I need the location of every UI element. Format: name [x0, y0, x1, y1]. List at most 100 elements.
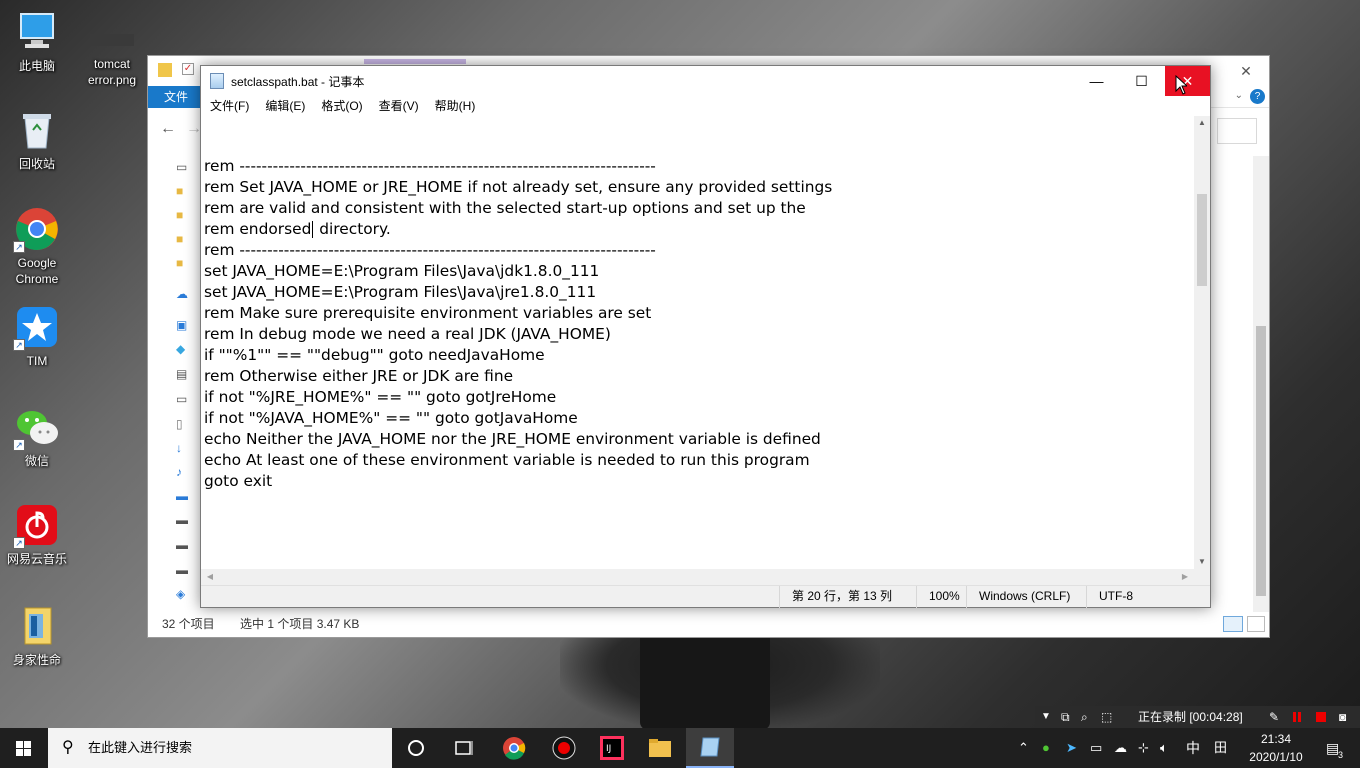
menu-help[interactable]: 帮助(H)	[433, 96, 478, 116]
menu-edit[interactable]: 编辑(E)	[263, 96, 307, 116]
music-icon[interactable]: ♪	[176, 465, 188, 489]
taskbar-search[interactable]: ⚲ 在此键入进行搜索	[48, 728, 392, 768]
folder-icon[interactable]: ■	[176, 256, 188, 287]
drive-icon[interactable]: ▬	[176, 538, 188, 563]
maximize-button[interactable]: ☐	[1119, 66, 1164, 96]
scroll-left-icon[interactable]: ◀	[203, 569, 217, 585]
scrollbar-thumb[interactable]	[1256, 326, 1266, 596]
ribbon-file-tab[interactable]: 文件	[148, 86, 204, 108]
text-line: rem endorsed directory.	[204, 219, 1194, 240]
text-line: if ""%1"" == ""debug"" goto needJavaHome	[204, 346, 545, 364]
network-icon[interactable]: ⊹	[1138, 728, 1149, 768]
chevron-down-icon[interactable]: ⌄	[1235, 90, 1243, 101]
recorder-icon[interactable]	[540, 728, 588, 768]
tim-tray-icon[interactable]: ➤	[1066, 728, 1077, 768]
drive-icon[interactable]: ▬	[176, 563, 188, 587]
explorer-scrollbar[interactable]	[1253, 156, 1269, 612]
pause-icon[interactable]	[1293, 712, 1301, 722]
notification-icon[interactable]: ▤	[1326, 728, 1339, 768]
region-icon[interactable]: ⬚	[1101, 706, 1112, 728]
documents-icon[interactable]: ▯	[176, 417, 188, 441]
battery-icon[interactable]: ▭	[1090, 728, 1102, 768]
search-box[interactable]	[1217, 118, 1257, 144]
menu-file[interactable]: 文件(F)	[208, 96, 251, 116]
folder-icon[interactable]: ■	[176, 232, 188, 256]
menu-format[interactable]: 格式(O)	[319, 96, 364, 116]
start-button[interactable]	[0, 728, 48, 768]
text-line: rem In debug mode we need a real JDK (JA…	[204, 325, 611, 343]
desktop-icon-netease-music[interactable]: ↗ 网易云音乐	[0, 503, 74, 567]
desktop-icon[interactable]: ▬	[176, 489, 188, 513]
videos-icon[interactable]: ▤	[176, 367, 188, 392]
clock-time: 21:34	[1260, 732, 1292, 746]
zoom-icon[interactable]: ⌕	[1081, 706, 1088, 728]
stop-icon[interactable]	[1316, 712, 1326, 722]
text-after-cursor: directory.	[314, 220, 391, 238]
checkmark-icon[interactable]: ✓	[182, 63, 194, 75]
selected-info: 选中 1 个项目 3.47 KB	[240, 617, 360, 631]
folder-icon[interactable]: ■	[176, 208, 188, 232]
mouse-pointer-icon	[1175, 74, 1189, 98]
editor-content: rem ------------------------------------…	[201, 116, 1194, 534]
scroll-up-icon[interactable]: ▲	[1194, 116, 1210, 130]
notepad-taskbar-icon[interactable]	[686, 728, 734, 768]
drive-icon[interactable]: ▬	[176, 513, 188, 538]
desktop-icon-tomcat-error[interactable]: tomcat error.png	[74, 34, 150, 88]
close-button[interactable]: ✕	[1165, 66, 1210, 96]
this-pc-icon[interactable]: ▣	[176, 318, 188, 342]
window-icon[interactable]: ⧉	[1061, 706, 1070, 728]
network-icon[interactable]: ◈	[176, 587, 188, 611]
explorer-close-button[interactable]: ✕	[1223, 56, 1269, 86]
file-explorer-icon[interactable]	[636, 728, 684, 768]
zoom-level: 100%	[916, 586, 960, 608]
text-editor[interactable]: rem ------------------------------------…	[201, 116, 1194, 569]
scroll-right-icon[interactable]: ▶	[1178, 569, 1192, 585]
chrome-icon[interactable]	[490, 728, 538, 768]
tim-icon: ↗	[13, 305, 59, 351]
tray-overflow-icon[interactable]: ⌃	[1018, 728, 1029, 768]
volume-icon[interactable]: 🔈︎	[1160, 728, 1168, 768]
desktop-nav-icon[interactable]: ▭	[176, 160, 188, 184]
onedrive-icon[interactable]: ☁	[176, 287, 188, 318]
keyboard-icon[interactable]: 田	[1214, 728, 1227, 768]
desktop-icon-folder[interactable]: 身家性命	[0, 604, 74, 668]
cortana-icon[interactable]	[392, 728, 440, 768]
details-view-icon[interactable]	[1223, 616, 1243, 632]
dropdown-icon[interactable]: ▼	[1041, 706, 1051, 728]
clock[interactable]: 21:34 2020/1/10	[1236, 730, 1316, 766]
desktop-icon-chrome[interactable]: ↗ Google Chrome	[0, 207, 74, 287]
folder-icon[interactable]: ■	[176, 184, 188, 208]
large-icons-view-icon[interactable]	[1247, 616, 1265, 632]
desktop-icon-recycle-bin[interactable]: 回收站	[0, 108, 74, 172]
minimize-button[interactable]: —	[1074, 66, 1119, 96]
taskbar: ⚲ 在此键入进行搜索 IJ ⌃ ● ➤ ▭ ☁ ⊹ 🔈︎ 中 田 21:34 2…	[0, 728, 1360, 768]
desktop-icon-tim[interactable]: ↗ TIM	[0, 305, 74, 369]
cloud-icon[interactable]: ☁	[1114, 728, 1127, 768]
3d-objects-icon[interactable]: ◆	[176, 342, 188, 367]
intellij-icon[interactable]: IJ	[588, 728, 636, 768]
netease-music-icon: ↗	[13, 503, 59, 549]
horizontal-scrollbar[interactable]: ◀ ▶	[201, 569, 1194, 585]
downloads-icon[interactable]: ↓	[176, 441, 188, 465]
menu-view[interactable]: 查看(V)	[377, 96, 421, 116]
scroll-down-icon[interactable]: ▼	[1194, 555, 1210, 569]
help-icon[interactable]: ?	[1250, 89, 1265, 104]
notepad-window[interactable]: setclasspath.bat - 记事本 — ☐ ✕ 文件(F) 编辑(E)…	[200, 65, 1211, 608]
ime-indicator[interactable]: 中	[1186, 728, 1200, 768]
shortcut-arrow-icon: ↗	[13, 241, 25, 253]
camera-icon[interactable]: ◙	[1339, 706, 1346, 728]
pen-icon[interactable]: ✎	[1269, 706, 1279, 728]
task-view-icon[interactable]	[440, 728, 488, 768]
notepad-icon	[210, 73, 224, 89]
line-ending: Windows (CRLF)	[966, 586, 1070, 608]
wechat-tray-icon[interactable]: ●	[1042, 728, 1050, 768]
vertical-scrollbar[interactable]: ▲ ▼	[1194, 116, 1210, 569]
desktop-icon-wechat[interactable]: ↗ 微信	[0, 405, 74, 469]
desktop-icon-this-pc[interactable]: 此电脑	[0, 10, 74, 74]
back-arrow-icon[interactable]: ←	[160, 120, 176, 138]
notepad-titlebar[interactable]: setclasspath.bat - 记事本 — ☐ ✕	[201, 66, 1210, 96]
text-line: rem ------------------------------------…	[204, 241, 656, 259]
scrollbar-thumb[interactable]	[1197, 194, 1207, 286]
pictures-icon[interactable]: ▭	[176, 392, 188, 417]
text-line: if not "%JRE_HOME%" == "" goto gotJreHom…	[204, 388, 557, 406]
